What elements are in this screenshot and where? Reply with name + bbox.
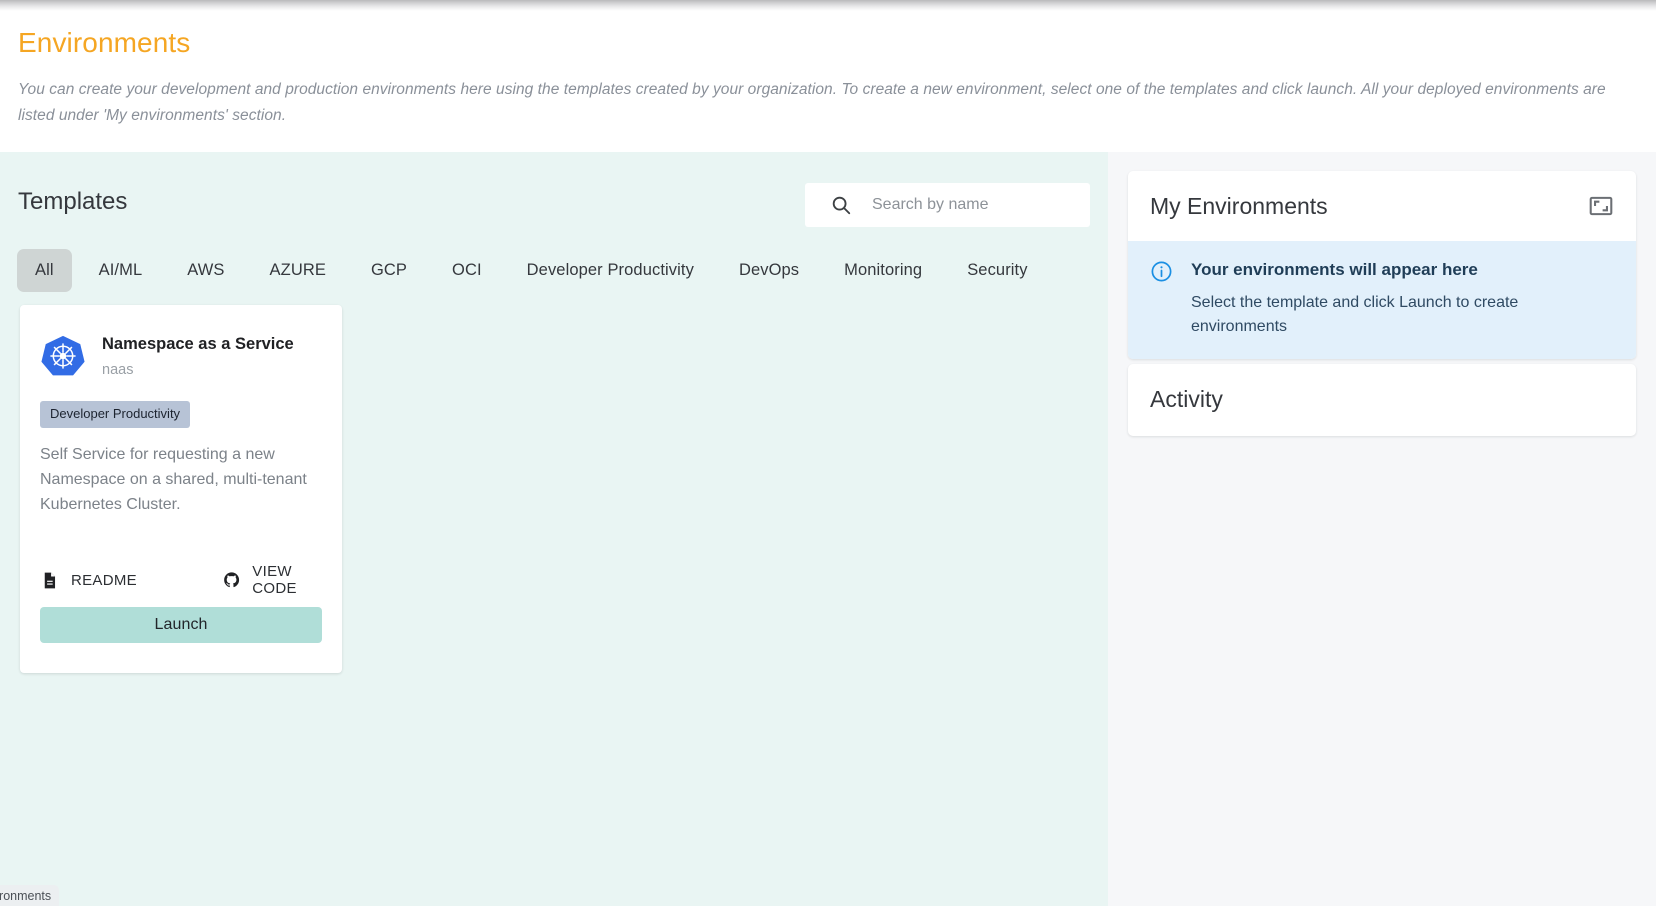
empty-state-banner: Your environments will appear here Selec…: [1128, 241, 1636, 359]
search-icon: [832, 196, 851, 215]
template-card-title: Namespace as a Service: [102, 335, 294, 353]
tab-all[interactable]: All: [17, 248, 72, 292]
my-environments-panel: My Environments Your environments will a…: [1128, 171, 1636, 359]
template-card-category-chip: Developer Productivity: [40, 401, 191, 428]
tab-developer-productivity[interactable]: Developer Productivity: [509, 249, 712, 292]
my-environments-header: My Environments: [1128, 171, 1636, 241]
template-card-links: README VIEW CODE: [40, 563, 322, 597]
side-pane: My Environments Your environments will a…: [1108, 152, 1656, 906]
launch-button[interactable]: Launch: [40, 607, 322, 643]
readme-label: README: [71, 571, 137, 589]
tab-oci[interactable]: OCI: [434, 249, 500, 292]
activity-header: Activity: [1128, 364, 1636, 434]
tab-security[interactable]: Security: [949, 249, 1045, 292]
tab-gcp[interactable]: GCP: [353, 249, 425, 292]
template-card-header: Namespace as a Service naas: [40, 333, 322, 379]
github-icon: [224, 572, 240, 588]
page-title: Environments: [18, 27, 191, 58]
fullscreen-expand-icon[interactable]: [1588, 193, 1614, 219]
empty-state-subtitle: Select the template and click Launch to …: [1191, 294, 1519, 335]
tab-ai-ml[interactable]: AI/ML: [81, 249, 161, 292]
tab-aws[interactable]: AWS: [169, 249, 242, 292]
template-card-subtitle: naas: [102, 362, 134, 378]
document-icon: [44, 572, 56, 588]
template-card[interactable]: Namespace as a Service naas Developer Pr…: [20, 305, 342, 673]
readme-link[interactable]: README: [40, 570, 137, 591]
category-tabs: All AI/ML AWS AZURE GCP OCI Developer Pr…: [17, 248, 1055, 292]
search-input[interactable]: [870, 191, 1074, 219]
templates-heading: Templates: [18, 188, 128, 215]
empty-state-title: Your environments will appear here: [1191, 260, 1478, 279]
view-code-label: VIEW CODE: [252, 563, 297, 597]
template-card-description: Self Service for requesting a new Namesp…: [40, 446, 307, 513]
empty-state-texts: Your environments will appear here Selec…: [1191, 259, 1561, 339]
browser-chrome-shadow: [0, 0, 1656, 11]
browser-status-bar: vironments: [0, 885, 60, 906]
view-code-link[interactable]: VIEW CODE: [223, 563, 322, 597]
activity-panel: Activity: [1128, 364, 1636, 436]
page-header: Environments You can create your develop…: [0, 11, 1656, 152]
templates-pane: Templates All AI/ML AWS AZURE GCP OCI De…: [0, 152, 1108, 906]
tab-monitoring[interactable]: Monitoring: [826, 249, 940, 292]
page-description: You can create your development and prod…: [18, 81, 1606, 124]
search-box[interactable]: [805, 183, 1090, 227]
my-environments-title: My Environments: [1150, 192, 1328, 219]
main-body: Templates All AI/ML AWS AZURE GCP OCI De…: [0, 152, 1656, 906]
tab-devops[interactable]: DevOps: [721, 249, 817, 292]
tab-azure[interactable]: AZURE: [252, 249, 344, 292]
kubernetes-icon: [41, 335, 85, 376]
info-circle-icon: [1151, 261, 1172, 282]
activity-title: Activity: [1150, 385, 1223, 412]
template-card-titles: Namespace as a Service naas: [102, 333, 294, 379]
